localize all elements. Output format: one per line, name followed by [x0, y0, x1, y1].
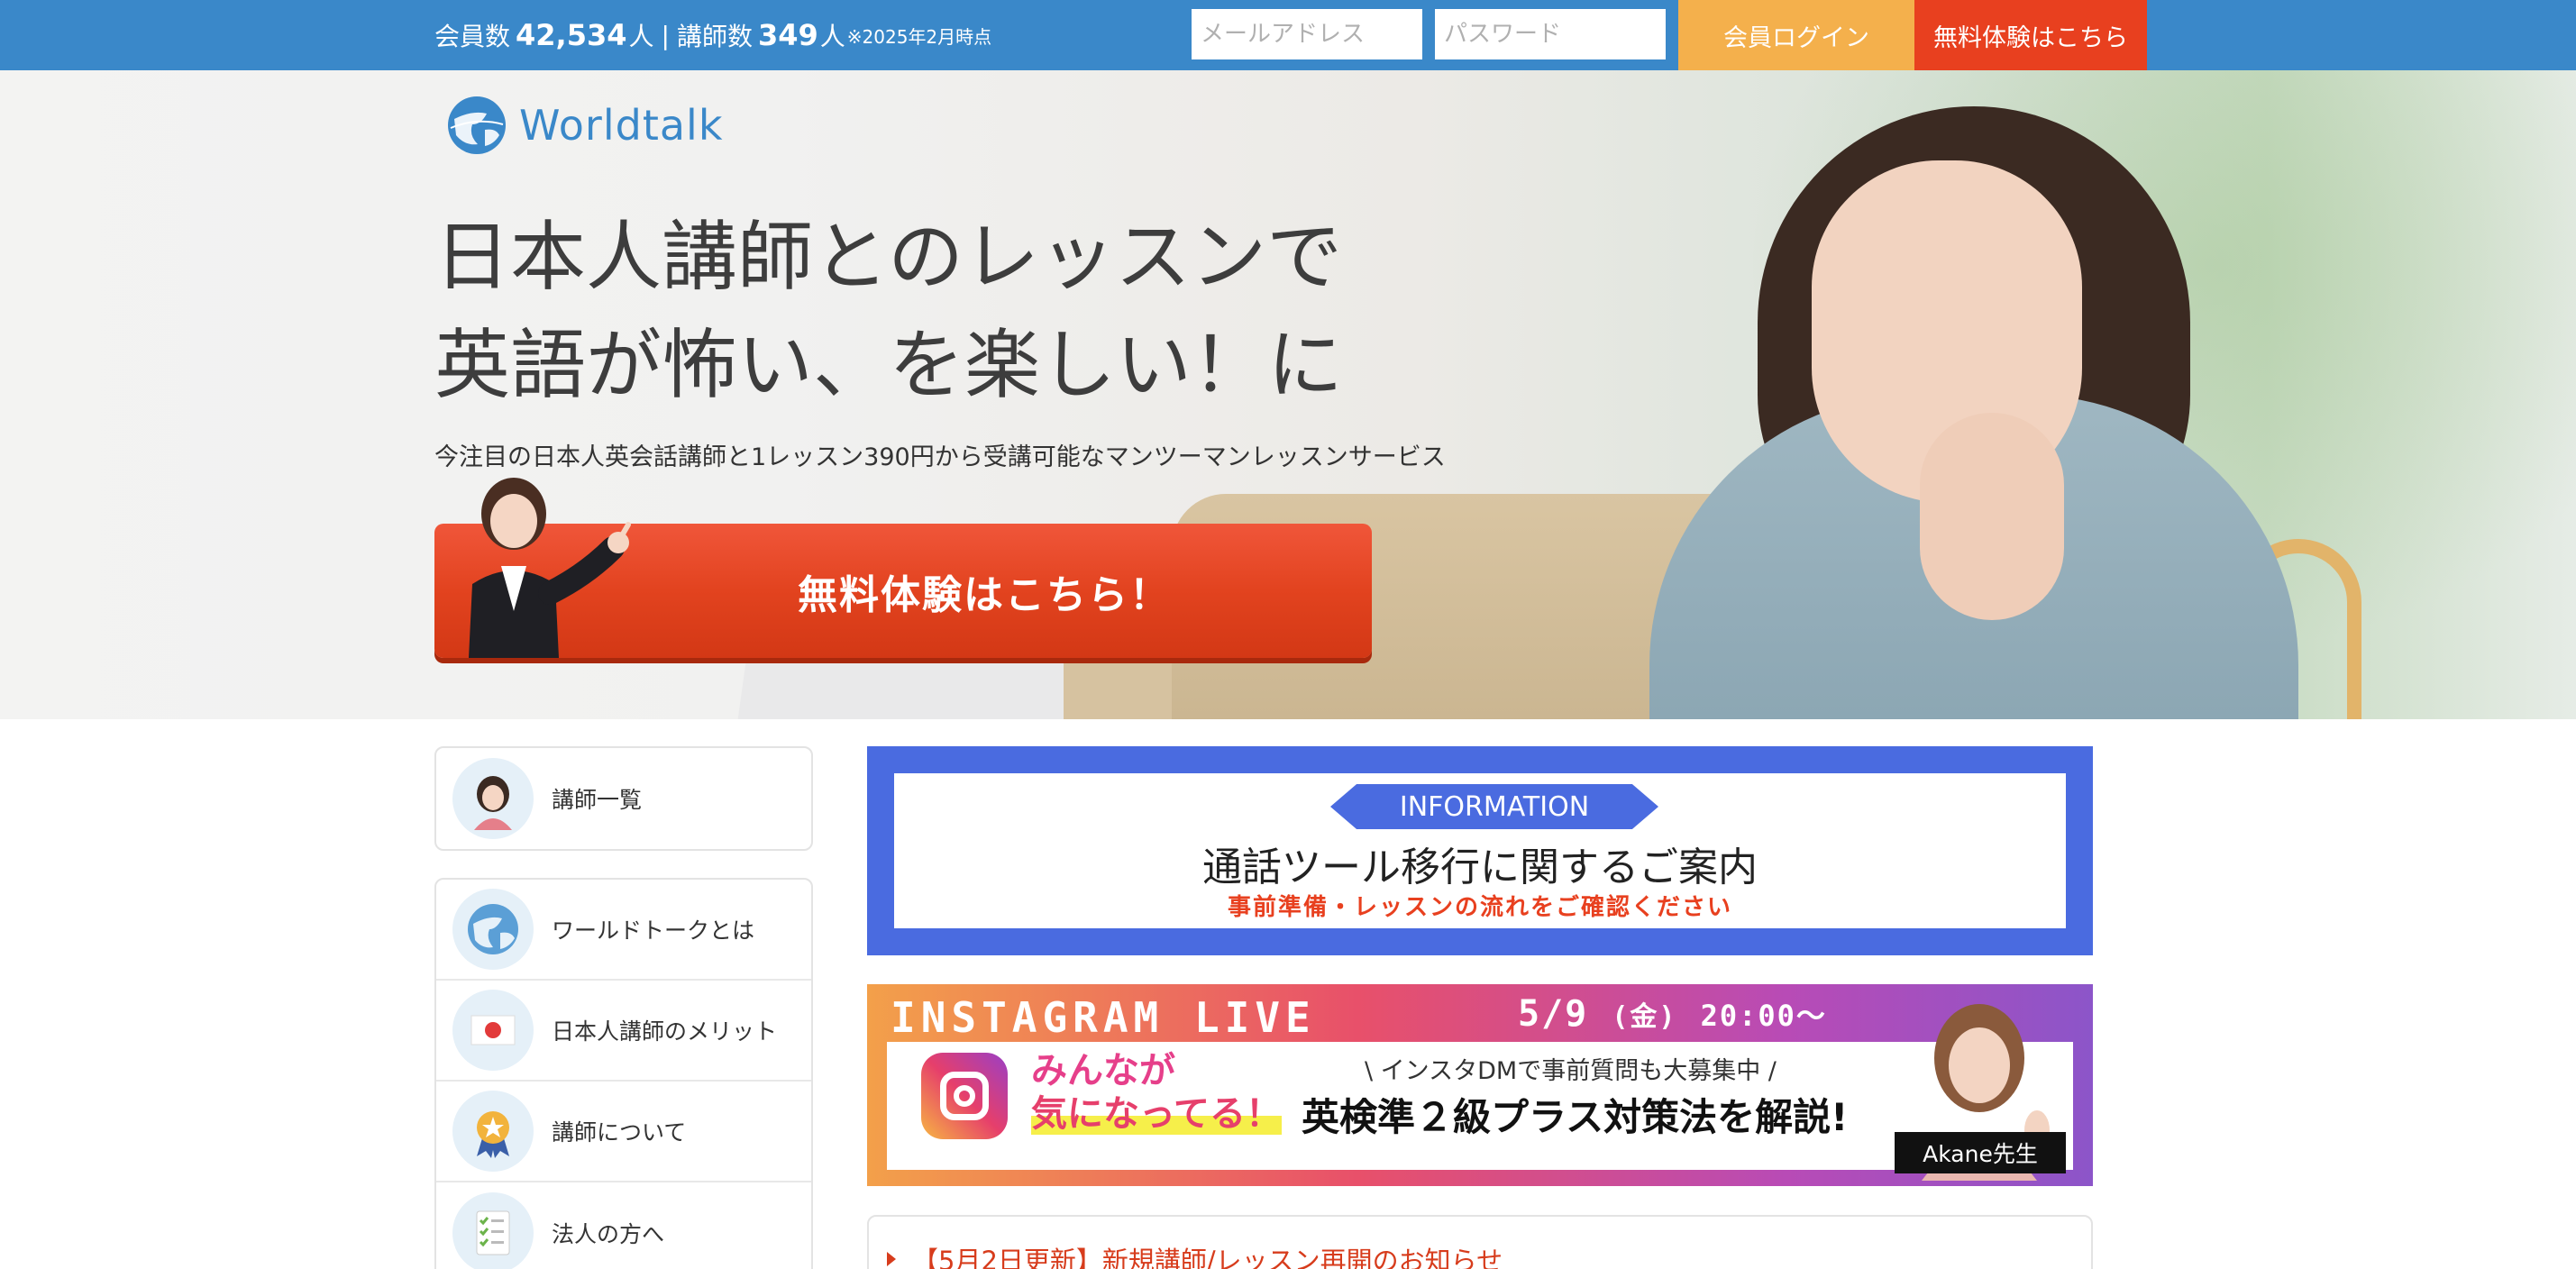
- password-input[interactable]: [1435, 9, 1666, 59]
- caret-right-icon: [887, 1252, 896, 1266]
- hero-woman-photo: [1649, 70, 2298, 719]
- live-weekday: (金): [1612, 1001, 1677, 1033]
- news-list: 【5月2日更新】新規講師/レッスン再開のお知らせ: [867, 1215, 2093, 1269]
- member-stats: 会員数 42,534 人 | 講師数 349 人 ※2025年2月時点: [434, 0, 991, 70]
- information-tag: INFORMATION: [1330, 784, 1658, 829]
- live-date: 5/9: [1518, 993, 1589, 1035]
- globe-icon: [452, 889, 534, 970]
- globe-logo-icon: [448, 96, 506, 154]
- host-name-label: Akane先生: [1895, 1132, 2066, 1173]
- instagram-live-banner[interactable]: INSTAGRAM LIVE 5/9 (金) 20:00〜 みんなが 気になって…: [867, 984, 2093, 1186]
- live-time: 20:00〜: [1700, 999, 1827, 1033]
- sidebar-item-label: ワールドトークとは: [552, 918, 755, 944]
- catch-line1: みんなが: [1031, 1049, 1175, 1091]
- hero-title-line1: 日本人講師とのレッスンで: [434, 213, 1343, 301]
- teachers-count: 349: [757, 18, 818, 52]
- as-of-note: ※2025年2月時点: [846, 25, 992, 48]
- japan-flag-icon: [452, 990, 534, 1071]
- information-banner[interactable]: INFORMATION 通話ツール移行に関するご案内 事前準備・レッスンの流れを…: [867, 746, 2093, 955]
- members-unit: 人: [628, 22, 654, 51]
- members-label: 会員数: [434, 22, 511, 51]
- teacher-list-card: 講師一覧: [434, 746, 813, 851]
- information-banner-inner: INFORMATION 通話ツール移行に関するご案内 事前準備・レッスンの流れを…: [894, 773, 2066, 928]
- logo-text: Worldtalk: [519, 101, 724, 150]
- instagram-catchphrase: みんなが 気になってる！: [1031, 1049, 1282, 1136]
- news-item[interactable]: 【5月2日更新】新規講師/レッスン再開のお知らせ: [887, 1240, 1503, 1269]
- free-trial-top-button[interactable]: 無料体験はこちら: [1914, 0, 2147, 70]
- teachers-label: 講師数: [676, 22, 753, 51]
- checklist-icon: [452, 1192, 534, 1269]
- email-input[interactable]: [1192, 9, 1422, 59]
- information-title: 通話ツール移行に関するご案内: [1202, 844, 1758, 890]
- sidebar-item-merits[interactable]: 日本人講師のメリット: [436, 981, 811, 1082]
- worldtalk-logo[interactable]: Worldtalk: [445, 94, 723, 157]
- sidebar-item-label: 日本人講師のメリット: [552, 1018, 778, 1045]
- sidebar-item-label: 講師について: [552, 1119, 687, 1146]
- sidebar-item-corporate[interactable]: 法人の方へ: [436, 1182, 811, 1269]
- teachers-unit: 人: [819, 22, 845, 51]
- pointing-teacher-illustration: [469, 478, 631, 658]
- catch-line2: 気になってる！: [1031, 1092, 1282, 1135]
- sidebar-item-label: 講師一覧: [552, 787, 643, 813]
- hero-title: 日本人講師とのレッスンで 英語が怖い、を楽しい！に: [434, 203, 1343, 419]
- instagram-live-datetime: 5/9 (金) 20:00〜: [1518, 993, 1827, 1035]
- hero-title-line2: 英語が怖い、を楽しい！に: [434, 321, 1344, 409]
- information-subtitle: 事前準備・レッスンの流れをご確認ください: [1227, 894, 1732, 921]
- member-login-button[interactable]: 会員ログイン: [1678, 0, 1914, 70]
- stats-separator: |: [661, 20, 670, 50]
- top-bar: 会員数 42,534 人 | 講師数 349 人 ※2025年2月時点 会員ログ…: [0, 0, 2576, 70]
- sidebar-nav: ワールドトークとは 日本人講師のメリット 講師について 法人の方へ: [434, 878, 813, 1269]
- instagram-main-text: 英検準２級プラス対策法を解説!: [1302, 1095, 1849, 1139]
- instagram-dm-note: \ インスタDMで事前質問も大募集中 /: [1365, 1057, 1777, 1085]
- news-item-label: 【5月2日更新】新規講師/レッスン再開のお知らせ: [912, 1246, 1503, 1269]
- instagram-live-title: INSTAGRAM LIVE: [891, 993, 1316, 1042]
- award-medal-icon: [452, 1091, 534, 1172]
- members-count: 42,534: [516, 18, 627, 52]
- hero-subtitle: 今注目の日本人英会話講師と1レッスン390円から受講可能なマンツーマンレッスンサ…: [434, 443, 1446, 471]
- sidebar-item-teacher-list[interactable]: 講師一覧: [436, 748, 811, 849]
- sidebar-item-about[interactable]: ワールドトークとは: [436, 880, 811, 981]
- sidebar-item-about-teachers[interactable]: 講師について: [436, 1082, 811, 1182]
- sidebar-item-label: 法人の方へ: [552, 1221, 665, 1247]
- teacher-avatar-icon: [452, 758, 534, 839]
- instagram-icon: [921, 1053, 1008, 1139]
- cta-label: 無料体験はこちら！: [798, 571, 1171, 618]
